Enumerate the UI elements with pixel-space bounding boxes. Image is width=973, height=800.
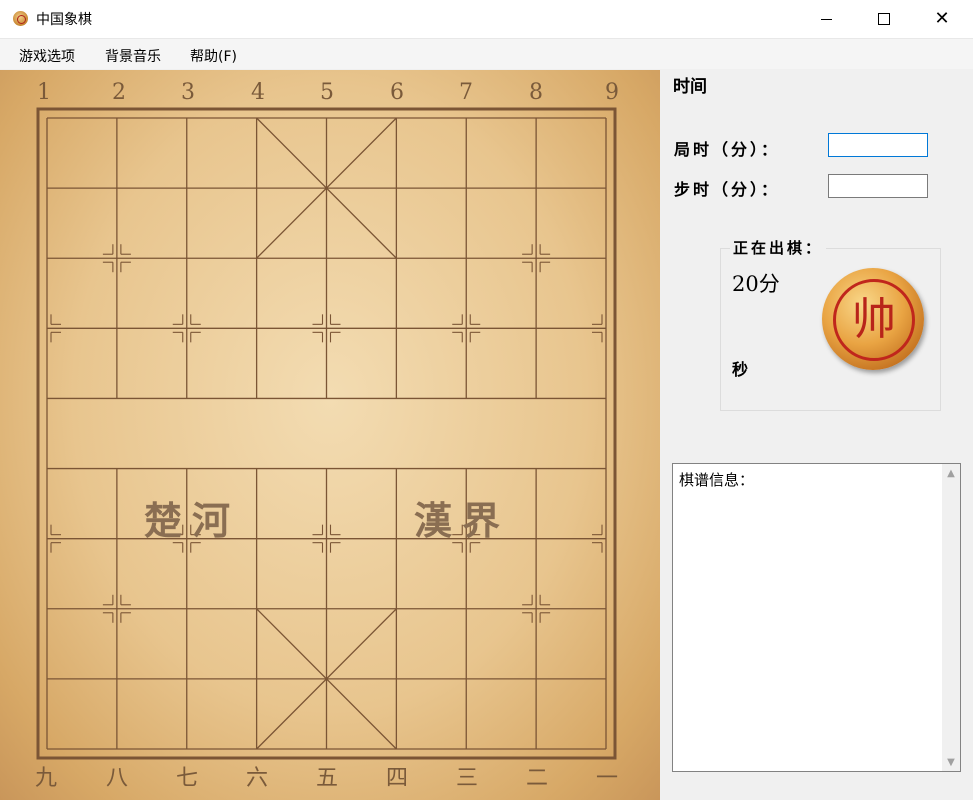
column-number: 四 bbox=[385, 766, 408, 791]
column-number: 五 bbox=[315, 766, 338, 791]
column-number: 二 bbox=[525, 766, 548, 791]
column-number: 六 bbox=[245, 766, 268, 791]
chess-board[interactable]: 1 2 3 4 5 6 7 8 9 九 八 七 六 五 四 三 二 一 楚河 漢… bbox=[0, 70, 660, 800]
column-number: 七 bbox=[175, 766, 198, 791]
remaining-seconds: 秒 bbox=[732, 360, 749, 379]
step-time-label: 步时（分）： bbox=[674, 180, 781, 199]
remaining-minutes: 20分 bbox=[732, 272, 780, 296]
column-number: 4 bbox=[251, 80, 265, 105]
column-number: 一 bbox=[595, 766, 618, 791]
column-number: 5 bbox=[320, 80, 334, 105]
column-number: 8 bbox=[529, 80, 543, 105]
column-number: 3 bbox=[181, 80, 195, 105]
column-number: 9 bbox=[605, 80, 619, 105]
current-player-piece: 帅 bbox=[822, 268, 924, 370]
river-han-jie: 漢界 bbox=[414, 498, 511, 543]
piece-ring: 帅 bbox=[833, 279, 915, 361]
column-number: 八 bbox=[105, 766, 128, 791]
scroll-down-icon[interactable]: ▼ bbox=[942, 753, 960, 771]
window-title: 中国象棋 bbox=[36, 12, 92, 28]
turn-group-title: 正在出棋： bbox=[730, 237, 827, 258]
scroll-up-icon[interactable]: ▲ bbox=[942, 464, 960, 482]
game-time-input[interactable] bbox=[828, 133, 928, 157]
app-icon bbox=[13, 11, 28, 26]
river-chu-he: 楚河 bbox=[144, 498, 241, 543]
maximize-icon bbox=[878, 13, 890, 25]
maximize-button[interactable] bbox=[855, 0, 913, 38]
minimize-button[interactable] bbox=[797, 0, 855, 38]
board-grid bbox=[36, 107, 617, 760]
column-number: 7 bbox=[459, 80, 473, 105]
piece-character: 帅 bbox=[852, 294, 896, 345]
column-number: 2 bbox=[112, 80, 126, 105]
column-number: 1 bbox=[37, 80, 51, 105]
menu-background-music[interactable]: 背景音乐 bbox=[105, 46, 161, 66]
move-record-textarea[interactable]: 棋谱信息： ▲ ▼ bbox=[672, 463, 961, 772]
time-heading: 时间 bbox=[673, 77, 707, 97]
menu-bar: 游戏选项 背景音乐 帮助(F) bbox=[0, 39, 973, 69]
title-bar: 中国象棋 ✕ bbox=[0, 0, 973, 39]
column-number: 九 bbox=[34, 766, 57, 791]
column-number: 6 bbox=[390, 80, 404, 105]
step-time-input[interactable] bbox=[828, 174, 928, 198]
close-button[interactable]: ✕ bbox=[913, 0, 971, 38]
minimize-icon bbox=[820, 18, 832, 20]
game-time-label: 局时（分）： bbox=[674, 140, 781, 159]
column-number: 三 bbox=[455, 766, 478, 791]
menu-game-options[interactable]: 游戏选项 bbox=[19, 46, 75, 66]
close-icon: ✕ bbox=[934, 8, 950, 29]
move-record-label: 棋谱信息： bbox=[679, 471, 755, 489]
menu-help[interactable]: 帮助(F) bbox=[190, 46, 237, 66]
record-scrollbar[interactable]: ▲ ▼ bbox=[942, 464, 960, 771]
